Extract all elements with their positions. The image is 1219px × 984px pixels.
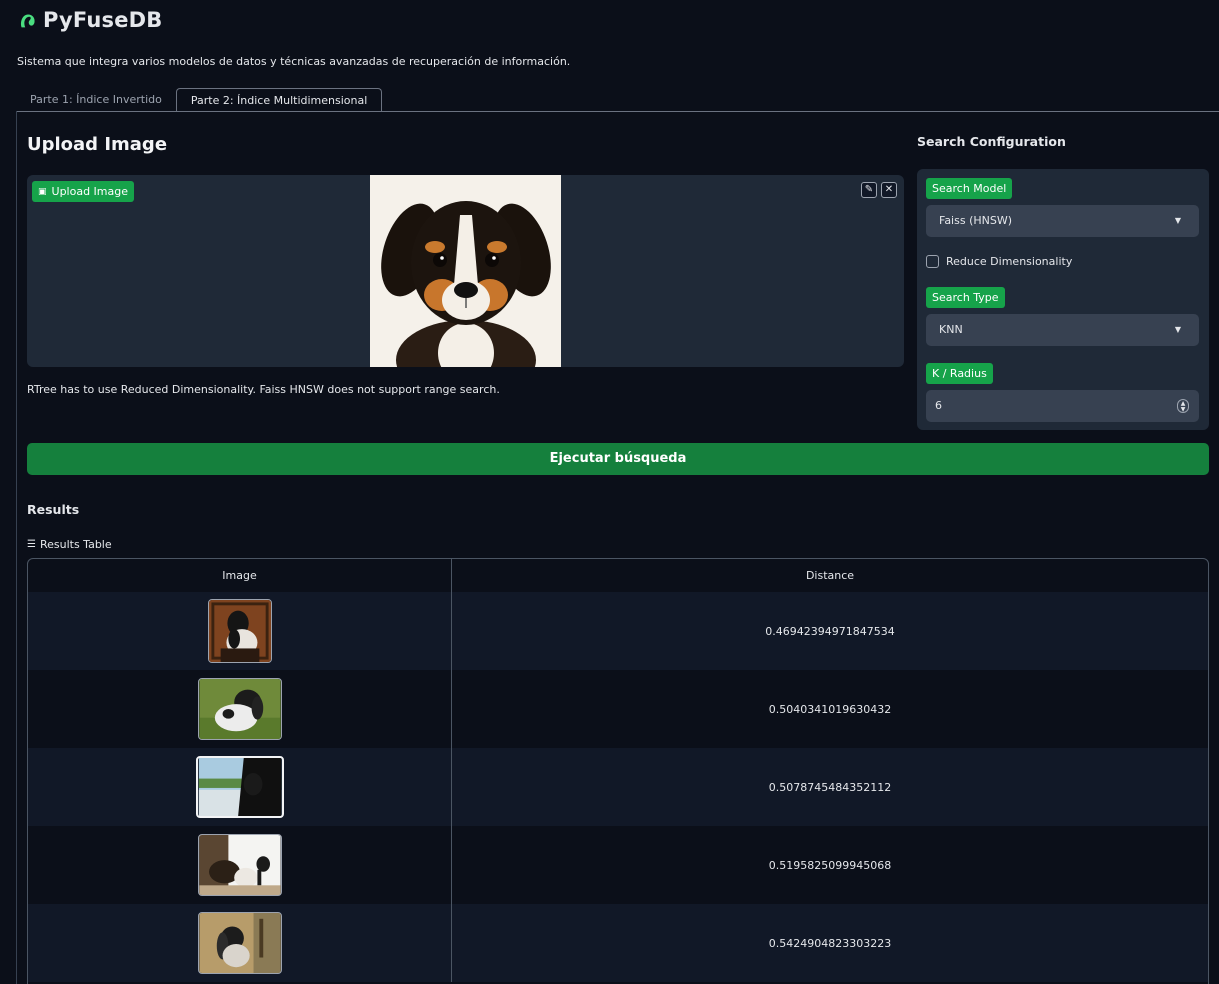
spinner-icon[interactable]: ▲ ▼ (1177, 399, 1189, 413)
distance-cell: 0.5424904823303223 (768, 936, 892, 950)
column-header-image[interactable]: Image (28, 559, 452, 592)
table-row: 0.5195825099945068 (28, 826, 1208, 904)
column-header-distance[interactable]: Distance (452, 559, 1208, 592)
upload-heading: Upload Image (27, 134, 168, 155)
image-actions: ✎ ✕ (861, 182, 897, 198)
result-thumbnail[interactable] (195, 756, 284, 818)
uploaded-image-preview (370, 175, 561, 367)
upload-label-text: Upload Image (51, 185, 129, 198)
distance-cell: 0.5195825099945068 (768, 858, 892, 872)
table-header: Image Distance (28, 559, 1208, 592)
logo-icon (21, 14, 35, 28)
k-radius-label: K / Radius (926, 363, 993, 384)
results-heading: Results (27, 502, 80, 517)
search-type-value: KNN (939, 323, 963, 336)
table-row: 0.5078745484352112 (28, 748, 1208, 826)
distance-cell: 0.46942394971847534 (765, 624, 895, 638)
tab-bar: Parte 1: Índice Invertido Parte 2: Índic… (16, 88, 383, 112)
results-table-label-text: Results Table (39, 538, 112, 551)
search-config-heading: Search Configuration (917, 134, 1066, 149)
distance-cell: 0.5040341019630432 (768, 702, 892, 716)
image-cell (28, 904, 452, 982)
image-icon: ▣ (38, 186, 47, 197)
search-hint: RTree has to use Reduced Dimensionality.… (27, 383, 500, 396)
reduce-dimensionality-label: Reduce Dimensionality (946, 255, 1073, 268)
table-row: 0.5040341019630432 (28, 670, 1208, 748)
result-thumbnail[interactable] (197, 678, 282, 740)
distance-cell: 0.5078745484352112 (768, 780, 892, 794)
k-radius-input[interactable]: 6 ▲ ▼ (926, 390, 1199, 422)
image-cell (28, 748, 452, 826)
app-title: PyFuseDB (43, 8, 163, 32)
run-search-button[interactable]: Ejecutar búsqueda (27, 443, 1209, 475)
results-table-label: ☰ Results Table (27, 538, 112, 551)
image-upload-area[interactable]: ▣ Upload Image ✎ ✕ (27, 175, 904, 367)
image-cell (28, 670, 452, 748)
search-model-label: Search Model (926, 178, 1013, 199)
image-cell (28, 826, 452, 904)
k-radius-value: 6 (935, 399, 942, 412)
result-thumbnail[interactable] (197, 834, 282, 896)
chevron-down-icon: ▼ (1174, 325, 1181, 334)
search-type-select[interactable]: KNN ▼ (926, 314, 1199, 346)
app-subtitle: Sistema que integra varios modelos de da… (17, 55, 571, 68)
search-type-label: Search Type (926, 287, 1005, 308)
reduce-dimensionality-option[interactable]: Reduce Dimensionality (926, 255, 1072, 268)
tab-multidimensional-index[interactable]: Parte 2: Índice Multidimensional (175, 88, 383, 112)
result-thumbnail[interactable] (207, 599, 272, 663)
brand: PyFuseDB (17, 8, 163, 32)
results-table: Image Distance 0.46942394971847534 0.504… (27, 558, 1209, 984)
upload-image-label: ▣ Upload Image (32, 181, 135, 202)
close-icon[interactable]: ✕ (881, 182, 897, 198)
panel-border (16, 111, 17, 984)
search-model-select[interactable]: Faiss (HNSW) ▼ (926, 205, 1199, 237)
list-icon: ☰ (27, 539, 36, 550)
tab-divider (16, 111, 1219, 112)
tab-inverted-index[interactable]: Parte 1: Índice Invertido (16, 88, 176, 112)
table-row: 0.46942394971847534 (28, 592, 1208, 670)
search-model-value: Faiss (HNSW) (939, 214, 1013, 227)
search-config-panel: Search Model Faiss (HNSW) ▼ Reduce Dimen… (917, 169, 1209, 430)
image-cell (28, 592, 452, 670)
edit-icon[interactable]: ✎ (861, 182, 877, 198)
chevron-down-icon: ▼ (1174, 216, 1181, 225)
app-root: PyFuseDB Sistema que integra varios mode… (0, 0, 1219, 984)
table-row: 0.5424904823303223 (28, 904, 1208, 982)
result-thumbnail[interactable] (197, 912, 282, 974)
reduce-dimensionality-checkbox[interactable] (926, 255, 939, 268)
